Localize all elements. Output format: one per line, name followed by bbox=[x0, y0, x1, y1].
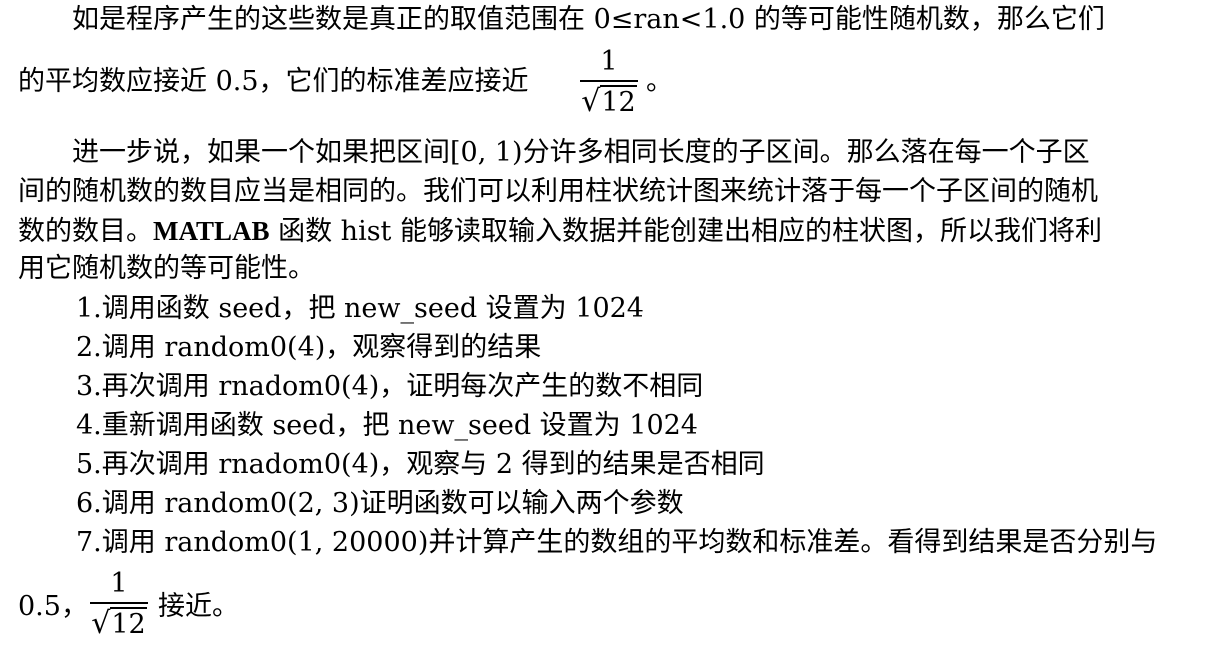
para1-line2: 的平均数应接近 0.5，它们的标准差应接近 bbox=[18, 64, 529, 100]
fraction-one-over-sqrt12: 1 √12 bbox=[578, 44, 640, 122]
step-4: 4.重新调用函数 seed，把 new_seed 设置为 1024 bbox=[76, 410, 698, 441]
para2-line4: 用它随机数的等可能性。 bbox=[18, 253, 315, 284]
step-3: 3.再次调用 rnadom0(4)，证明每次产生的数不相同 bbox=[76, 371, 704, 402]
radicand: 12 bbox=[600, 85, 637, 118]
step-2: 2.调用 random0(4)，观察得到的结果 bbox=[76, 332, 542, 363]
fraction-denominator: √12 bbox=[578, 82, 640, 122]
para1-line1: 如是程序产生的这些数是真正的取值范围在 0≤ran<1.0 的等可能性随机数，那… bbox=[72, 4, 1105, 35]
para2-line3: 数的数目。MATLAB 函数 hist 能够读取输入数据并能创建出相应的柱状图，… bbox=[18, 213, 1102, 249]
para2-line3-pre: 数的数目。 bbox=[18, 216, 153, 247]
para1-line2-text: 的平均数应接近 0.5，它们的标准差应接近 bbox=[18, 66, 529, 97]
step-1: 1.调用函数 seed，把 new_seed 设置为 1024 bbox=[76, 293, 644, 324]
radicand-2: 12 bbox=[110, 607, 147, 640]
fraction-denominator-2: √12 bbox=[88, 604, 150, 644]
fraction-numerator-2: 1 bbox=[110, 568, 128, 599]
para2-line3-post: 函数 hist 能够读取输入数据并能创建出相应的柱状图，所以我们将利 bbox=[269, 216, 1102, 247]
matlab-bold: MATLAB bbox=[153, 216, 270, 246]
para1-line2-end: 。 bbox=[646, 66, 673, 97]
sqrt-symbol: √ bbox=[581, 84, 601, 119]
para2-line1: 进一步说，如果一个如果把区间[0, 1)分许多相同长度的子区间。那么落在每一个子… bbox=[72, 137, 1090, 168]
last-line-post: 接近。 bbox=[158, 591, 239, 622]
sqrt-symbol-2: √ bbox=[91, 606, 111, 641]
document-page: 如是程序产生的这些数是真正的取值范围在 0≤ran<1.0 的等可能性随机数，那… bbox=[0, 0, 1229, 654]
last-line-pre: 0.5， bbox=[18, 591, 88, 622]
fraction-numerator: 1 bbox=[600, 46, 618, 77]
step-7: 7.调用 random0(1, 20000)并计算产生的数组的平均数和标准差。看… bbox=[76, 527, 1158, 558]
step-5: 5.再次调用 rnadom0(4)，观察与 2 得到的结果是否相同 bbox=[76, 449, 765, 480]
fraction-one-over-sqrt12-2: 1 √12 bbox=[88, 566, 150, 644]
step-6: 6.调用 random0(2, 3)证明函数可以输入两个参数 bbox=[76, 488, 684, 519]
para2-line2: 间的随机数的数目应当是相同的。我们可以利用柱状统计图来统计落于每一个子区间的随机 bbox=[18, 176, 1098, 207]
